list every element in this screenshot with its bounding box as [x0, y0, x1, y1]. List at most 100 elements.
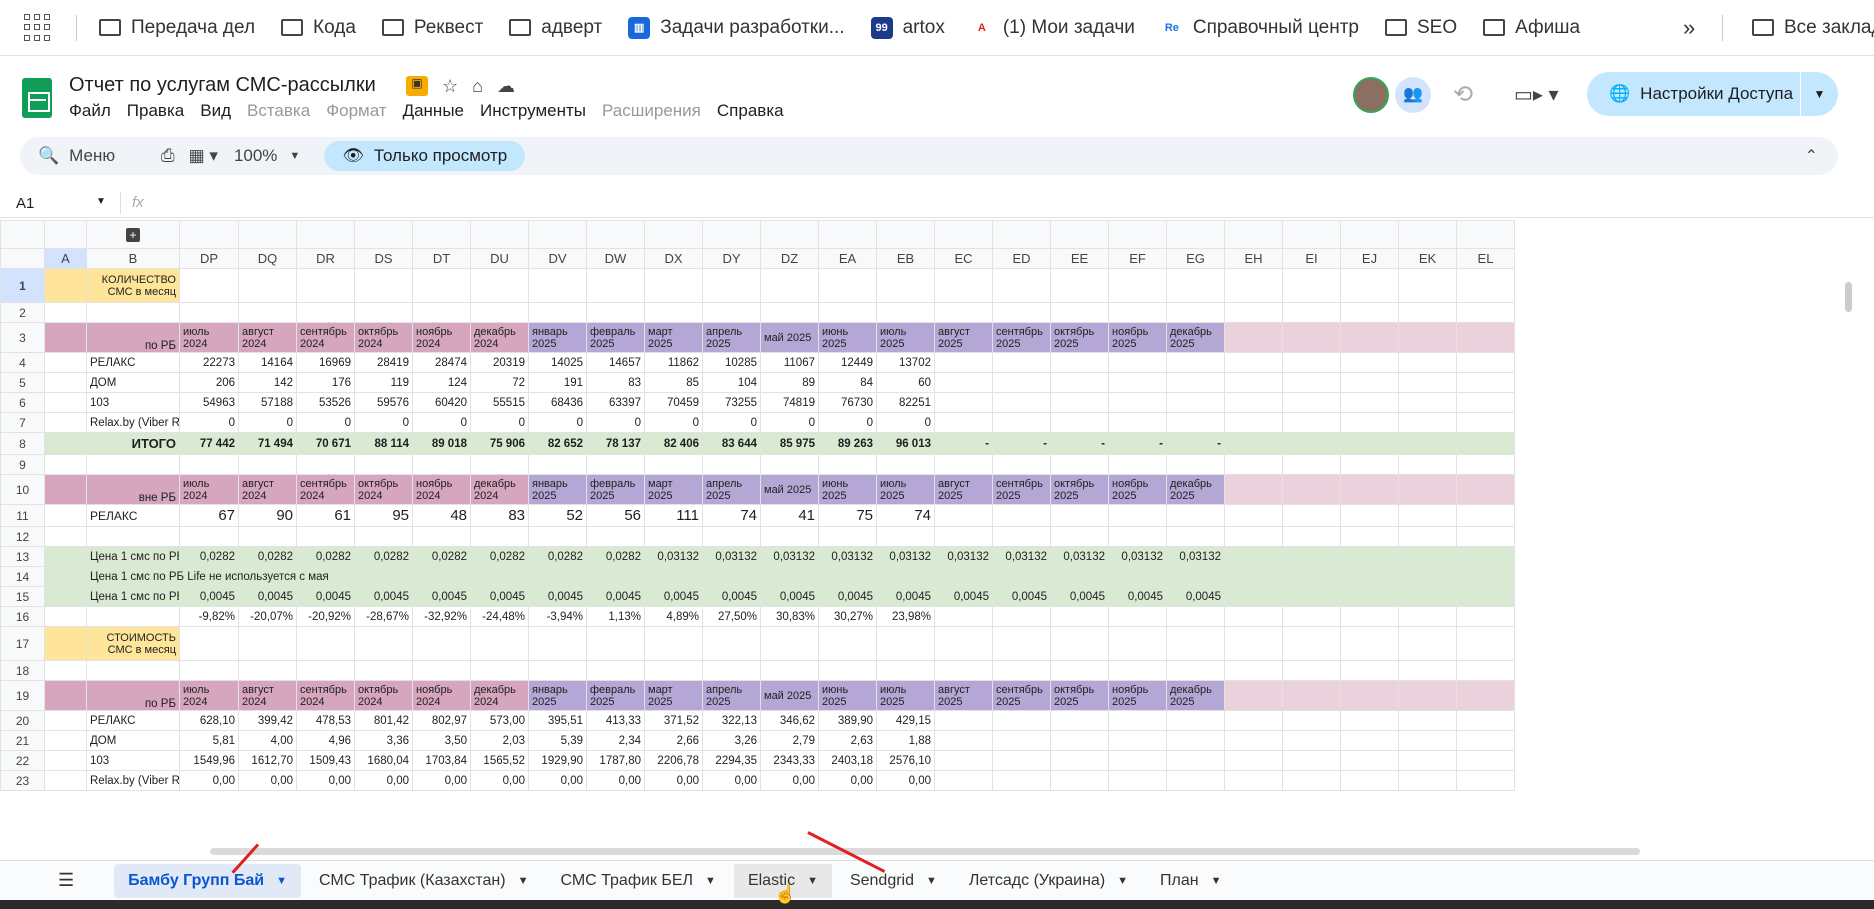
cell[interactable]: 2343,33 [760, 750, 819, 771]
cell[interactable] [992, 372, 1051, 393]
cell[interactable] [1050, 750, 1109, 771]
cell[interactable]: 395,51 [528, 710, 587, 731]
cell[interactable]: 16969 [296, 352, 355, 373]
month-cell[interactable]: май 2025 [760, 322, 819, 353]
cell[interactable]: 82 406 [644, 432, 703, 455]
cell[interactable] [1398, 372, 1457, 393]
cell[interactable]: 11862 [644, 352, 703, 373]
cell[interactable] [528, 302, 587, 323]
cell[interactable] [992, 730, 1051, 751]
column-header[interactable]: EI [1282, 248, 1341, 269]
cell[interactable] [354, 268, 413, 303]
cell[interactable] [1050, 606, 1109, 627]
cell[interactable] [934, 526, 993, 547]
cell-b[interactable]: по РБ [86, 680, 180, 711]
cell[interactable]: 57188 [238, 392, 297, 413]
cell[interactable] [1398, 750, 1457, 771]
cell[interactable] [934, 626, 993, 661]
cell[interactable]: 1612,70 [238, 750, 297, 771]
cell[interactable] [1282, 352, 1341, 373]
cell[interactable] [934, 660, 993, 681]
cell[interactable]: 85 [644, 372, 703, 393]
cell[interactable]: 83 [586, 372, 645, 393]
cell[interactable] [1456, 454, 1515, 475]
cell[interactable]: 0,0282 [179, 546, 239, 567]
cell[interactable]: 0,00 [528, 770, 587, 791]
cell[interactable] [586, 454, 645, 475]
cell[interactable] [1456, 626, 1515, 661]
cell[interactable]: 1680,04 [354, 750, 413, 771]
cell[interactable]: 399,42 [238, 710, 297, 731]
cell[interactable] [1398, 526, 1457, 547]
cell[interactable] [1050, 454, 1109, 475]
cell-b[interactable]: 103 [86, 750, 180, 771]
cell[interactable] [470, 626, 529, 661]
cell[interactable] [1224, 412, 1283, 433]
month-cell[interactable]: март 2025 [644, 680, 703, 711]
row-header[interactable]: 5 [0, 372, 45, 393]
cell[interactable]: 2403,18 [818, 750, 877, 771]
cell[interactable] [934, 750, 993, 771]
cell[interactable] [1224, 432, 1283, 455]
cell[interactable]: 13702 [876, 352, 935, 373]
month-cell[interactable]: июнь 2025 [818, 322, 877, 353]
menu-item[interactable]: Вставка [247, 101, 310, 121]
cell[interactable] [354, 566, 413, 587]
cell[interactable]: 0,0282 [586, 546, 645, 567]
cell[interactable] [296, 268, 355, 303]
column-header[interactable]: EG [1166, 248, 1225, 269]
avatar[interactable] [1353, 77, 1389, 113]
row-header[interactable]: 6 [0, 392, 45, 413]
month-cell[interactable]: апрель 2025 [702, 680, 761, 711]
cell-b[interactable] [86, 606, 180, 627]
cell-b[interactable]: Цена 1 смс по РБ Life не используется с … [86, 566, 355, 587]
cell[interactable] [1282, 586, 1341, 607]
month-cell[interactable]: август 2025 [934, 474, 993, 505]
cell[interactable] [1224, 352, 1283, 373]
month-cell[interactable]: июль 2024 [179, 322, 239, 353]
cell-b[interactable]: вне РБ [86, 474, 180, 505]
cell[interactable]: 4,96 [296, 730, 355, 751]
cell[interactable]: 0,03132 [644, 546, 703, 567]
cell[interactable]: 52 [528, 504, 587, 527]
cell[interactable] [1340, 566, 1399, 587]
menu-item[interactable]: Файл [69, 101, 111, 121]
cell[interactable] [1340, 432, 1399, 455]
month-cell[interactable]: декабрь 2025 [1166, 322, 1225, 353]
cell[interactable] [1456, 474, 1515, 505]
cell[interactable]: 346,62 [760, 710, 819, 731]
cell[interactable] [1456, 302, 1515, 323]
cell[interactable]: 0,0282 [528, 546, 587, 567]
cell-a[interactable] [44, 660, 87, 681]
cell[interactable] [760, 566, 819, 587]
cell[interactable] [1050, 372, 1109, 393]
cell[interactable] [1398, 586, 1457, 607]
cell[interactable]: 801,42 [354, 710, 413, 731]
cell[interactable] [470, 566, 529, 587]
cell[interactable]: 10285 [702, 352, 761, 373]
cell[interactable]: 63397 [586, 392, 645, 413]
add-icon[interactable]: + [126, 228, 140, 242]
cell[interactable]: 77 442 [179, 432, 239, 455]
cell[interactable]: 1787,80 [586, 750, 645, 771]
cell[interactable] [412, 268, 471, 303]
cell[interactable] [1224, 302, 1283, 323]
cell[interactable] [586, 268, 645, 303]
bookmark-item[interactable]: Передача дел [99, 17, 255, 39]
column-header[interactable]: ED [992, 248, 1051, 269]
cell[interactable] [1166, 626, 1225, 661]
cell[interactable] [1166, 566, 1225, 587]
cell[interactable]: 322,13 [702, 710, 761, 731]
cell[interactable] [1224, 626, 1283, 661]
cell[interactable]: 27,50% [702, 606, 761, 627]
cell[interactable] [1398, 606, 1457, 627]
cell[interactable] [179, 302, 239, 323]
cell[interactable] [876, 626, 935, 661]
month-cell[interactable]: февраль 2025 [586, 474, 645, 505]
cell[interactable]: 76730 [818, 392, 877, 413]
cell-a[interactable] [44, 474, 87, 505]
cell[interactable]: 0 [238, 412, 297, 433]
column-header[interactable]: B [86, 248, 180, 269]
zoom-caret-icon[interactable]: ▼ [289, 150, 300, 162]
cell[interactable] [876, 526, 935, 547]
